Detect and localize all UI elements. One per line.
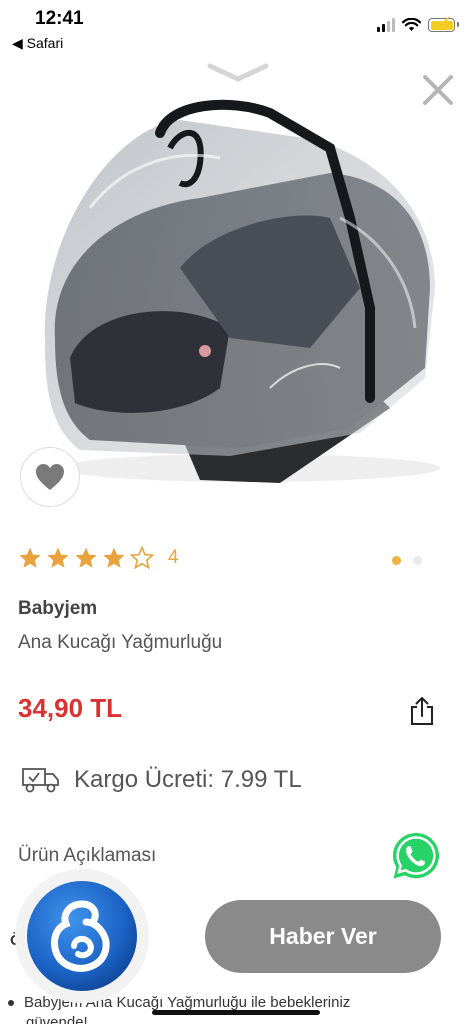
pager-dot[interactable]	[413, 556, 422, 565]
shipping-info: Kargo Ücreti: 7.99 TL	[22, 766, 302, 794]
description-title: Ürün Açıklaması	[18, 845, 157, 866]
home-indicator[interactable]	[152, 1010, 320, 1015]
truck-icon	[22, 768, 59, 793]
star-empty-icon	[130, 546, 154, 570]
star-filled-icon	[75, 547, 97, 568]
brand-name[interactable]: Babyjem	[18, 598, 97, 620]
product-title: Ana Kucağı Yağmurluğu	[18, 632, 223, 653]
product-gallery[interactable]	[0, 0, 473, 520]
favorite-button[interactable]	[20, 447, 80, 507]
star-filled-icon	[103, 547, 125, 568]
product-image	[44, 99, 440, 483]
pager-dot-active[interactable]	[392, 556, 401, 565]
rating-count: 4	[168, 547, 179, 568]
share-icon[interactable]	[408, 696, 436, 726]
assistant-logo-button[interactable]	[12, 866, 152, 1006]
rating: 4	[18, 546, 179, 570]
shipping-fee: Kargo Ücreti: 7.99 TL	[74, 766, 302, 793]
heart-icon	[36, 464, 64, 490]
notify-me-button[interactable]: Haber Ver	[205, 900, 441, 973]
chevron-down-icon[interactable]	[207, 62, 269, 84]
gallery-pager	[392, 556, 422, 565]
whatsapp-icon[interactable]	[390, 830, 442, 882]
star-filled-icon	[47, 547, 69, 568]
star-filled-icon	[19, 547, 41, 568]
list-item-continued: güvende!	[26, 1014, 88, 1024]
product-price: 34,90 TL	[18, 693, 123, 723]
